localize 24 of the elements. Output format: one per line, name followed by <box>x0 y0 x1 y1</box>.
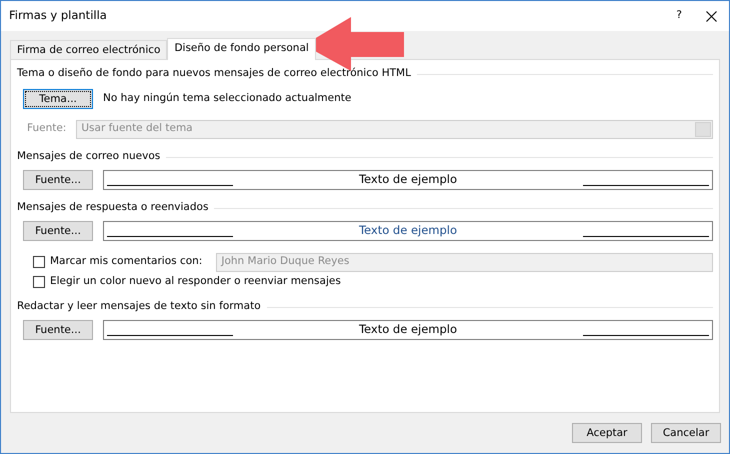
section-heading: Mensajes de correo nuevos <box>17 149 160 164</box>
font-button[interactable]: Fuente... <box>23 170 93 190</box>
status-text: No hay ningún tema seleccionado actualmente <box>103 91 352 106</box>
sample-text: Texto de ejemplo <box>358 171 458 188</box>
font-button[interactable]: Fuente... <box>23 221 93 241</box>
sample-text: Texto de ejemplo <box>358 222 458 240</box>
section-heading: Tema o diseño de fondo para nuevos mensajes de correo electrónico HTML <box>17 66 411 82</box>
checkbox-label: Elegir un color nuevo al responder o reenviar mensajes <box>50 274 341 290</box>
checkbox-label: Marcar mis comentarios con: <box>50 254 202 270</box>
font-label: Fuente: <box>27 121 66 136</box>
checkbox[interactable] <box>33 276 45 288</box>
checkbox[interactable] <box>33 256 45 268</box>
dialog-button[interactable]: Cancelar <box>651 423 721 443</box>
sample-text: Texto de ejemplo <box>358 321 458 338</box>
help-button[interactable]: ? <box>676 8 682 24</box>
font-button[interactable]: Fuente... <box>23 320 93 340</box>
tab[interactable]: Firma de correo electrónico <box>10 40 168 59</box>
theme-button[interactable]: Tema... <box>23 89 93 109</box>
close-icon[interactable] <box>706 10 717 22</box>
dialog-button[interactable]: Aceptar <box>572 423 642 443</box>
tab[interactable]: Diseño de fondo personal <box>167 38 316 60</box>
section-heading: Mensajes de respuesta o reenviados <box>17 200 208 216</box>
section-heading: Redactar y leer mensajes de texto sin formato <box>17 299 261 314</box>
window-title: Firmas y plantilla <box>9 7 108 24</box>
